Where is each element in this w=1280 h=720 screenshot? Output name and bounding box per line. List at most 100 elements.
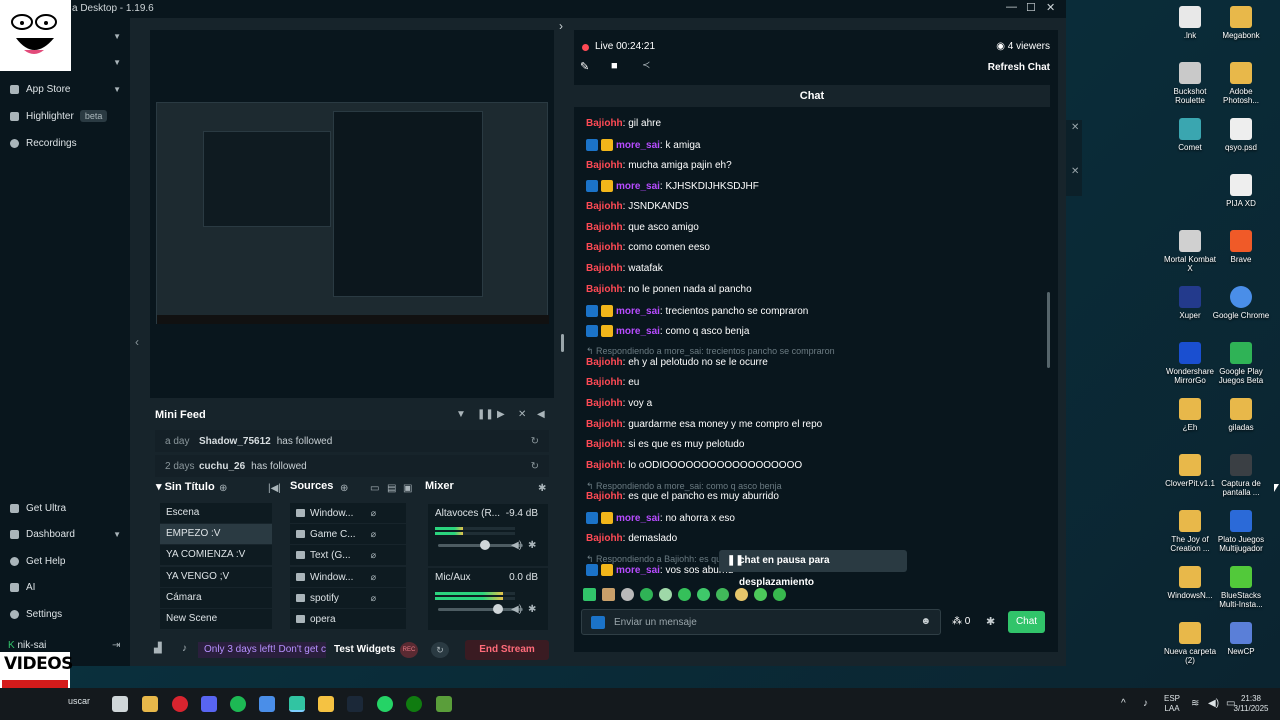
maximize-button[interactable]: ☐ xyxy=(1026,1,1036,14)
desktop-icon[interactable]: Adobe Photosh... xyxy=(1212,58,1270,105)
resize-handle[interactable] xyxy=(561,334,564,352)
desktop-icon[interactable]: Xuper xyxy=(1161,282,1219,320)
emote-icon[interactable] xyxy=(716,588,729,601)
speaker-icon[interactable]: ◀) xyxy=(511,540,522,551)
chat-username[interactable]: more_sai xyxy=(616,513,660,524)
chat-username[interactable]: more_sai xyxy=(616,181,660,192)
chat-message[interactable]: Bajiohh: que asco amigo xyxy=(586,222,699,233)
chat-username[interactable]: Bajiohh xyxy=(586,118,623,129)
share-icon[interactable]: ≺ xyxy=(642,60,650,71)
file-explorer-icon[interactable] xyxy=(142,696,158,712)
minecraft-icon[interactable] xyxy=(436,696,452,712)
replay-buffer-icon[interactable]: ↻ xyxy=(431,642,449,658)
chat-message[interactable]: Bajiohh: si es que es muy pelotudo xyxy=(586,439,744,450)
whatsapp-icon[interactable] xyxy=(377,696,393,712)
chat-message[interactable]: Bajiohh: eu xyxy=(586,377,639,388)
chat-username[interactable]: more_sai xyxy=(616,565,660,576)
chat-message[interactable]: Bajiohh: voy a xyxy=(586,398,652,409)
chat-message[interactable]: more_sai: trecientos pancho se compraron xyxy=(586,305,808,317)
sidebar-item-ai[interactable]: AI xyxy=(0,575,130,599)
desktop-icon[interactable]: Google Play Juegos Beta xyxy=(1212,338,1270,385)
chevron-right-icon[interactable]: › xyxy=(559,19,563,33)
sidebar-item-dashboard[interactable]: Dashboard ▼ xyxy=(0,522,130,546)
chat-message[interactable]: Bajiohh: mucha amiga pajin eh? xyxy=(586,160,732,171)
chat-username[interactable]: more_sai xyxy=(616,326,660,337)
chat-scrollbar[interactable] xyxy=(1047,292,1050,368)
chat-message[interactable]: more_sai: como q asco benja xyxy=(586,325,749,337)
gear-icon[interactable]: ✱ xyxy=(986,615,995,628)
emote-icon[interactable] xyxy=(773,588,786,601)
volume-icon[interactable]: ◀) xyxy=(1208,698,1219,709)
replay-icon[interactable]: ↻ xyxy=(531,436,539,447)
bell-icon[interactable]: ♪ xyxy=(182,643,187,654)
chat-input[interactable]: Enviar un mensaje ☻ xyxy=(581,609,941,635)
sidebar-item-recordings[interactable]: Recordings xyxy=(0,131,130,155)
chevron-up-icon[interactable]: ^ xyxy=(1121,698,1126,709)
emote-icon[interactable] xyxy=(659,588,672,601)
add-folder-icon[interactable]: ▣ xyxy=(403,483,412,494)
chat-username[interactable]: Bajiohh xyxy=(586,263,623,274)
scene-item[interactable]: New Scene xyxy=(160,609,272,629)
scene-item[interactable]: YA VENGO ;V xyxy=(160,567,272,587)
stats-icon[interactable]: ▟ xyxy=(154,643,162,654)
logout-icon[interactable]: ⇥ xyxy=(112,640,120,651)
chat-paused-banner[interactable]: ❚❚ chat en pausa para desplazamiento xyxy=(719,550,907,588)
scene-item[interactable]: Cámara xyxy=(160,588,272,608)
opera-icon[interactable] xyxy=(172,696,188,712)
slider-knob[interactable] xyxy=(492,604,503,614)
close-icon[interactable]: ✕ xyxy=(1071,122,1079,133)
edit-icon[interactable]: ✎ xyxy=(580,60,589,73)
emote-icon[interactable] xyxy=(621,588,634,601)
scene-collection-selector[interactable]: ▾ Sin Título xyxy=(156,480,215,500)
chat-username[interactable]: Bajiohh xyxy=(586,242,623,253)
test-widgets-button[interactable]: Test Widgets xyxy=(334,644,395,655)
scene-item[interactable]: YA COMIENZA :V xyxy=(160,545,272,565)
discord-icon[interactable] xyxy=(201,696,217,712)
chat-message[interactable]: Bajiohh: gil ahre xyxy=(586,118,661,129)
chat-username[interactable]: Bajiohh xyxy=(586,222,623,233)
eye-icon[interactable]: ⌀ xyxy=(371,593,376,604)
task-view-icon[interactable] xyxy=(112,696,128,712)
gear-icon[interactable]: ✱ xyxy=(538,483,546,494)
desktop-icon[interactable]: qsyo.psd xyxy=(1212,114,1270,152)
desktop-icon[interactable]: The Joy of Creation ... xyxy=(1161,506,1219,553)
chat-message[interactable]: Bajiohh: guardarme esa money y me compro… xyxy=(586,419,822,430)
chat-username[interactable]: more_sai xyxy=(616,306,660,317)
chat-message[interactable]: Bajiohh: como comen eeso xyxy=(586,242,710,253)
desktop-icon[interactable]: WindowsN... xyxy=(1161,562,1219,600)
gear-icon[interactable]: ✱ xyxy=(528,540,536,551)
camera-icon[interactable]: ■ xyxy=(611,60,618,72)
send-chat-button[interactable]: Chat xyxy=(1008,611,1045,633)
chat-username[interactable]: Bajiohh xyxy=(586,284,623,295)
end-stream-button[interactable]: End Stream xyxy=(465,640,549,660)
sidebar-item-settings[interactable]: Settings xyxy=(0,602,130,626)
chat-message[interactable]: more_sai: k amiga xyxy=(586,139,701,151)
chevron-left-icon[interactable]: ‹ xyxy=(135,335,139,349)
ultra-promo-banner[interactable]: Only 3 days left! Don't get caught witho… xyxy=(198,642,326,658)
wifi-icon[interactable]: ≋ xyxy=(1191,698,1199,709)
chat-username[interactable]: Bajiohh xyxy=(586,460,623,471)
emote-icon[interactable] xyxy=(583,588,596,601)
slider-knob[interactable] xyxy=(479,540,490,550)
chat-message[interactable]: more_sai: vos sos aburrid xyxy=(586,564,733,576)
volume-icon[interactable]: ◀ xyxy=(537,409,545,420)
source-item[interactable]: Window... ⌀ xyxy=(290,567,406,587)
sidebar-item-get-ultra[interactable]: Get Ultra xyxy=(0,496,130,520)
desktop-icon[interactable]: Plato Juegos Multijugador xyxy=(1212,506,1270,553)
replay-icon[interactable]: ↻ xyxy=(531,461,539,472)
steam-icon[interactable] xyxy=(347,696,363,712)
emoji-icon[interactable]: ☻ xyxy=(920,616,931,627)
gear-icon[interactable]: ✱ xyxy=(528,604,536,615)
filter-icon[interactable]: ▼ xyxy=(456,409,466,420)
desktop-icon[interactable]: Comet xyxy=(1161,114,1219,152)
desktop-icon[interactable]: Wondershare MirrorGo xyxy=(1161,338,1219,385)
spotify-icon[interactable] xyxy=(230,696,246,712)
emote-icon[interactable] xyxy=(697,588,710,601)
channel-points[interactable]: ⁂ 0 xyxy=(952,616,970,627)
xbox-icon[interactable] xyxy=(406,696,422,712)
chat-message[interactable]: Bajiohh: JSNDKANDS xyxy=(586,201,689,212)
speaker-icon[interactable]: ◀) xyxy=(511,604,522,615)
desktop-icon[interactable]: ¿Eh xyxy=(1161,394,1219,432)
emote-icon[interactable] xyxy=(640,588,653,601)
scene-item-active[interactable]: EMPEZO :V xyxy=(160,524,272,544)
